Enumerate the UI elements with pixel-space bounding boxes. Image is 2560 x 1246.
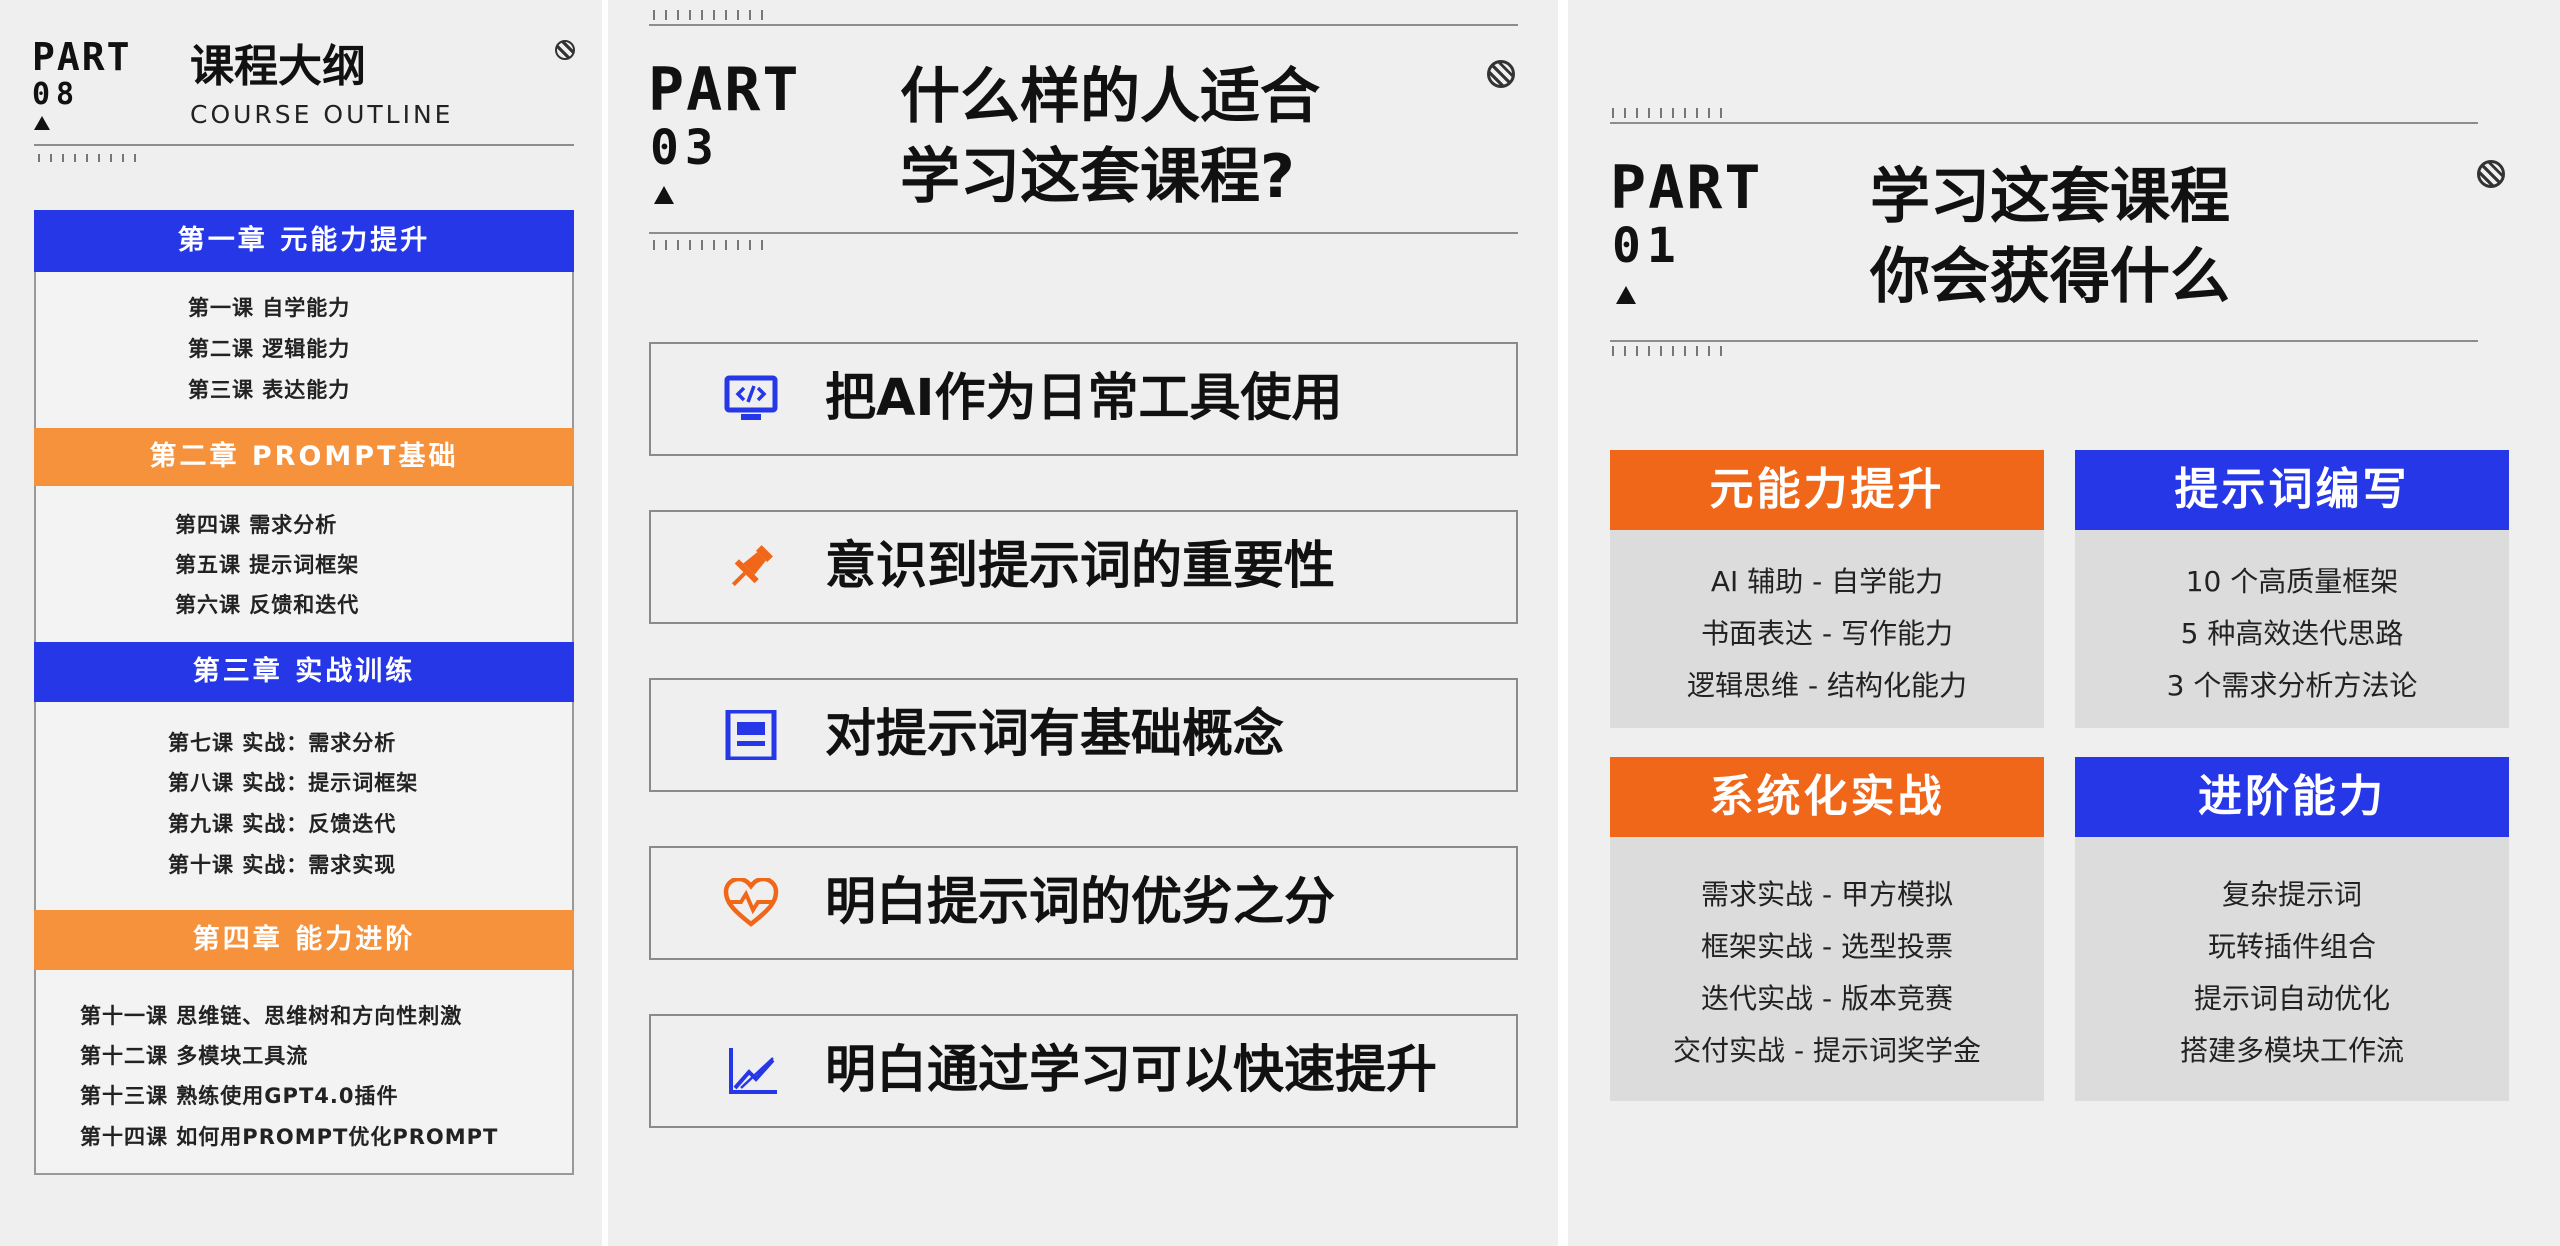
growth-chart-icon <box>729 1048 777 1094</box>
part-label: PART <box>648 55 801 125</box>
triangle-marker-icon <box>34 116 50 130</box>
lesson-14: 第十四课 如何用PROMPT优化PROMPT <box>80 1125 499 1149</box>
card-line: 5 种高效迭代思路 <box>2180 617 2404 650</box>
audience-item: 意识到提示词的重要性 <box>649 510 1518 624</box>
audience-item-text: 明白通过学习可以快速提升 <box>825 1041 1438 1100</box>
chapter-1-header: 第一章 元能力提升 <box>34 210 574 272</box>
chapter-4-header: 第四章 能力进阶 <box>34 910 574 970</box>
card-line: 交付实战 - 提示词奖学金 <box>1673 1034 1981 1067</box>
card-line: 提示词自动优化 <box>2193 982 2390 1015</box>
card-line: 书面表达 - 写作能力 <box>1701 617 1953 650</box>
page-title-line1: 学习这套课程 <box>1870 162 2230 232</box>
heartbeat-icon <box>723 878 779 927</box>
card-line: 复杂提示词 <box>2221 878 2362 911</box>
page-title-line2: 你会获得什么 <box>1870 242 2230 312</box>
lesson-9: 第九课 实战：反馈迭代 <box>168 812 397 836</box>
pin-icon <box>731 545 773 587</box>
card-line: 玩转插件组合 <box>2207 930 2376 963</box>
lesson-7: 第七课 实战：需求分析 <box>168 731 397 755</box>
striped-circle-icon <box>2477 160 2505 188</box>
striped-circle-icon <box>555 40 575 60</box>
part-label: PART <box>32 35 132 79</box>
card-line: 逻辑思维 - 结构化能力 <box>1687 669 1967 702</box>
card-line: 迭代实战 - 版本竞赛 <box>1701 982 1953 1015</box>
lesson-3: 第三课 表达能力 <box>188 378 351 402</box>
lesson-2: 第二课 逻辑能力 <box>188 337 351 361</box>
card-line: 搭建多模块工作流 <box>2179 1034 2404 1067</box>
lesson-8: 第八课 实战：提示词框架 <box>168 771 419 795</box>
lesson-13: 第十三课 熟练使用GPT4.0插件 <box>80 1084 399 1108</box>
audience-item: 对提示词有基础概念 <box>649 678 1518 792</box>
audience-item-text: 对提示词有基础概念 <box>825 705 1285 764</box>
divider-line <box>34 144 574 146</box>
part-number: 03 <box>650 120 720 176</box>
tick-decoration <box>1612 346 1732 356</box>
lesson-1: 第一课 自学能力 <box>188 296 351 320</box>
card-title: 系统化实战 <box>1610 757 2044 837</box>
gain-card: 系统化实战 需求实战 - 甲方模拟 框架实战 - 选型投票 迭代实战 - 版本竞… <box>1610 757 2044 1101</box>
lesson-5: 第五课 提示词框架 <box>175 553 360 577</box>
audience-item: 把AI作为日常工具使用 <box>649 342 1518 456</box>
part-number: 01 <box>1612 218 1682 274</box>
part-number: 08 <box>32 77 81 112</box>
code-monitor-icon <box>724 375 778 420</box>
page-title: 课程大纲 <box>190 41 366 92</box>
audience-item: 明白通过学习可以快速提升 <box>649 1014 1518 1128</box>
gain-card: 进阶能力 复杂提示词 玩转插件组合 提示词自动优化 搭建多模块工作流 <box>2075 757 2509 1101</box>
divider-line <box>1610 340 2478 342</box>
card-title: 元能力提升 <box>1610 450 2044 530</box>
divider-line <box>1610 122 2478 124</box>
page-subtitle: COURSE OUTLINE <box>190 100 454 129</box>
gain-card: 提示词编写 10 个高质量框架 5 种高效迭代思路 3 个需求分析方法论 <box>2075 450 2509 728</box>
divider-line <box>649 24 1518 26</box>
page-title-line2: 学习这套课程? <box>900 142 1295 212</box>
chapter-3-header: 第三章 实战训练 <box>34 642 574 702</box>
chapter-2-header: 第二章 PROMPT基础 <box>34 428 574 486</box>
card-line: 需求实战 - 甲方模拟 <box>1701 878 1953 911</box>
tick-decoration <box>1612 108 1732 118</box>
tick-decoration <box>653 240 773 250</box>
lesson-11: 第十一课 思维链、思维树和方向性刺激 <box>80 1004 463 1028</box>
triangle-marker-icon <box>654 186 674 204</box>
lesson-4: 第四课 需求分析 <box>175 513 338 537</box>
card-title: 提示词编写 <box>2075 450 2509 530</box>
page-title-line1: 什么样的人适合 <box>900 62 1320 132</box>
divider-line <box>649 232 1518 234</box>
card-line: 10 个高质量框架 <box>2185 565 2399 598</box>
lesson-10: 第十课 实战：需求实现 <box>168 853 397 877</box>
lesson-6: 第六课 反馈和迭代 <box>175 593 360 617</box>
striped-circle-icon <box>1487 60 1515 88</box>
part-label: PART <box>1610 153 1763 223</box>
tick-decoration <box>653 10 773 20</box>
audience-item-text: 意识到提示词的重要性 <box>825 537 1336 596</box>
lesson-12: 第十二课 多模块工具流 <box>80 1044 309 1068</box>
tick-decoration <box>38 154 138 162</box>
card-title: 进阶能力 <box>2075 757 2509 837</box>
gain-card: 元能力提升 AI 辅助 - 自学能力 书面表达 - 写作能力 逻辑思维 - 结构… <box>1610 450 2044 728</box>
audience-item-text: 明白提示词的优劣之分 <box>825 873 1336 932</box>
audience-item-text: 把AI作为日常工具使用 <box>825 369 1343 428</box>
card-line: 3 个需求分析方法论 <box>2166 669 2418 702</box>
triangle-marker-icon <box>1616 286 1636 304</box>
card-line: AI 辅助 - 自学能力 <box>1710 565 1944 598</box>
audience-item: 明白提示词的优劣之分 <box>649 846 1518 960</box>
article-icon <box>725 710 777 760</box>
card-line: 框架实战 - 选型投票 <box>1701 930 1953 963</box>
outline-panel: PART 08 课程大纲 COURSE OUTLINE 第一章 元能力提升 第一… <box>0 0 602 1246</box>
